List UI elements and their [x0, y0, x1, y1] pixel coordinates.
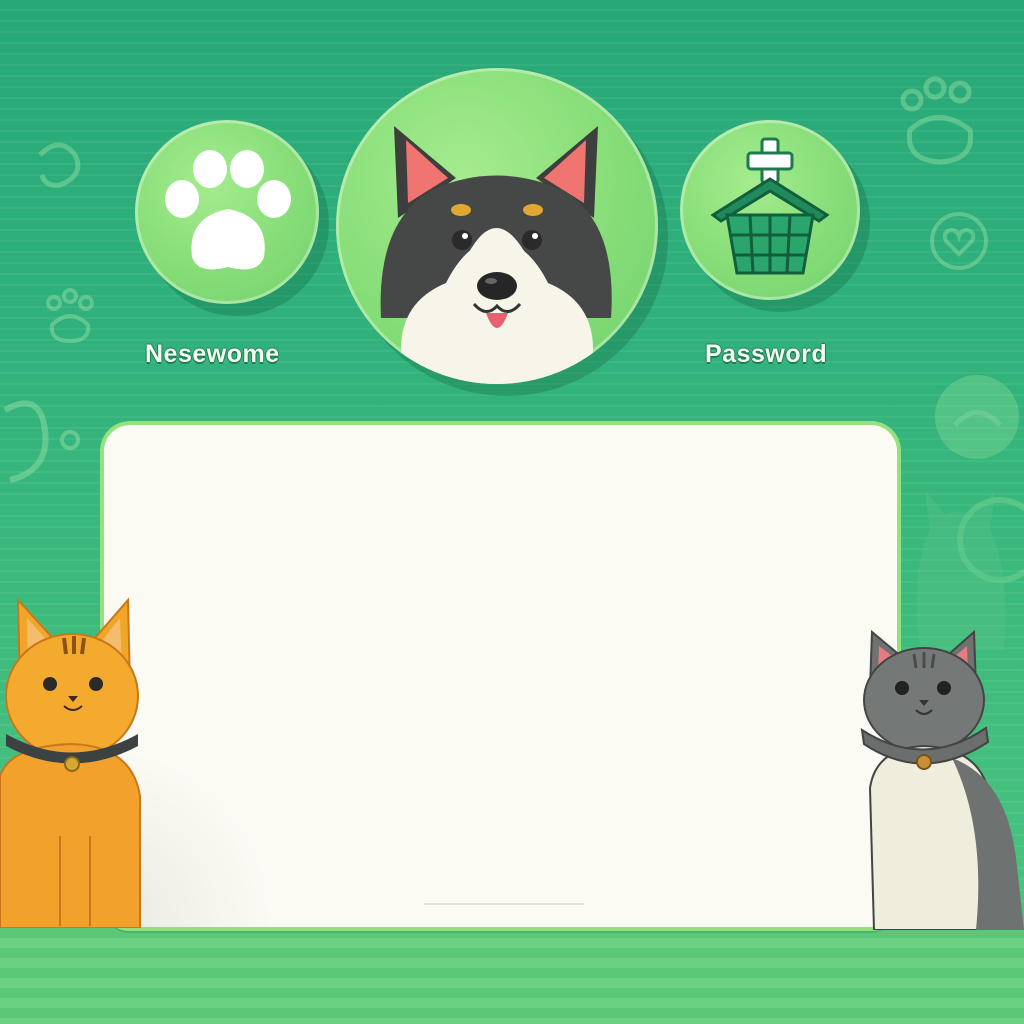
bg-heart-icon [930, 212, 988, 270]
orange-cat-illustration [0, 597, 141, 928]
bg-round-shape-right [935, 375, 1019, 459]
pet-house-add-button[interactable] [680, 120, 860, 300]
bg-swirl-icon [38, 142, 81, 188]
dog-avatar[interactable] [336, 68, 658, 384]
pet-house-add-icon [710, 137, 830, 275]
content-panel [104, 425, 897, 927]
nav-label-left[interactable]: Nesewome [145, 340, 280, 369]
paw-button[interactable] [135, 120, 319, 304]
bg-paw-icon-left [46, 288, 94, 344]
paw-icon [165, 150, 291, 270]
bg-round-shape-left [3, 400, 80, 483]
nav-label-password[interactable]: Password [705, 340, 827, 369]
bg-cat-silhouette [916, 490, 1024, 650]
dog-face-icon [380, 126, 612, 384]
gray-cat-illustration [860, 629, 1024, 930]
floor [0, 928, 1024, 1024]
panel-divider [424, 903, 584, 905]
bg-paw-icon-top-right [900, 76, 974, 165]
